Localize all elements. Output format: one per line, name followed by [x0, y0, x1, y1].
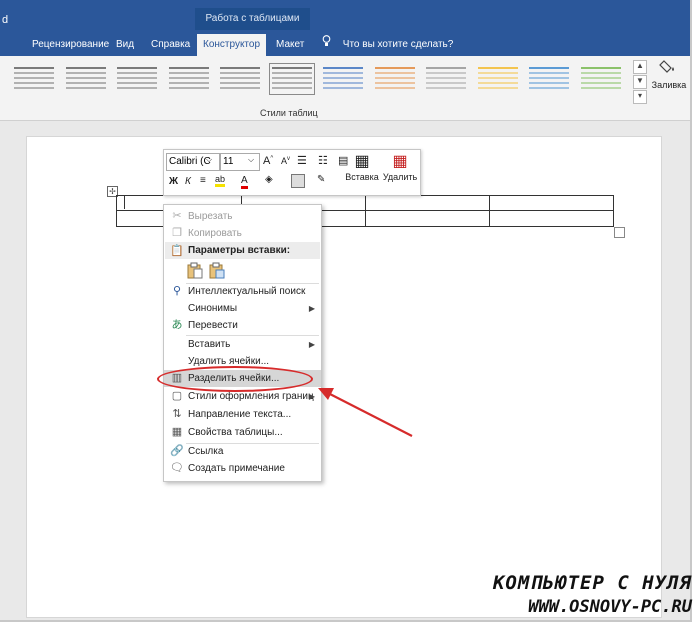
watermark-url: WWW.OSNOVY-PC.RU: [528, 597, 692, 617]
watermark-title: КОМПЬЮТЕР С НУЛЯ: [492, 572, 692, 594]
annotation-arrow-icon: [318, 388, 413, 437]
word-window: d Работа с таблицами Рецензирование Вид …: [0, 0, 692, 622]
